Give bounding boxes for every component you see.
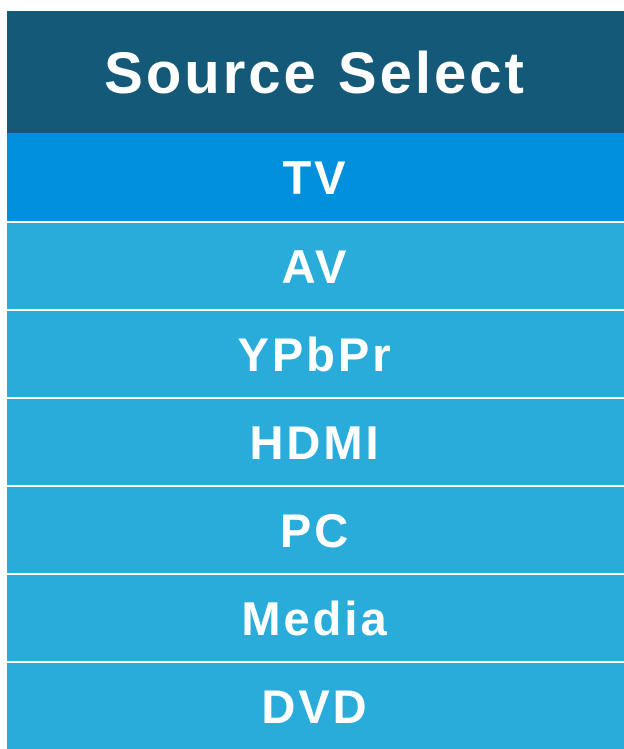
source-item-ypbpr[interactable]: YPbPr [7, 309, 624, 397]
source-item-label: TV [282, 150, 349, 204]
source-item-label: AV [281, 239, 350, 293]
source-item-dvd[interactable]: DVD [7, 661, 624, 749]
menu-header: Source Select [7, 11, 624, 133]
source-item-label: Media [241, 591, 390, 645]
source-list: TV AV YPbPr HDMI PC Media DVD [7, 133, 624, 749]
source-item-pc[interactable]: PC [7, 485, 624, 573]
source-item-label: PC [279, 503, 352, 557]
source-item-hdmi[interactable]: HDMI [7, 397, 624, 485]
menu-title: Source Select [104, 41, 527, 106]
source-item-tv[interactable]: TV [7, 133, 624, 221]
source-item-av[interactable]: AV [7, 221, 624, 309]
source-item-label: YPbPr [237, 327, 394, 381]
source-item-label: HDMI [249, 415, 382, 469]
source-select-menu: Source Select TV AV YPbPr HDMI PC Media … [7, 11, 624, 749]
source-item-label: DVD [261, 679, 370, 733]
source-item-media[interactable]: Media [7, 573, 624, 661]
